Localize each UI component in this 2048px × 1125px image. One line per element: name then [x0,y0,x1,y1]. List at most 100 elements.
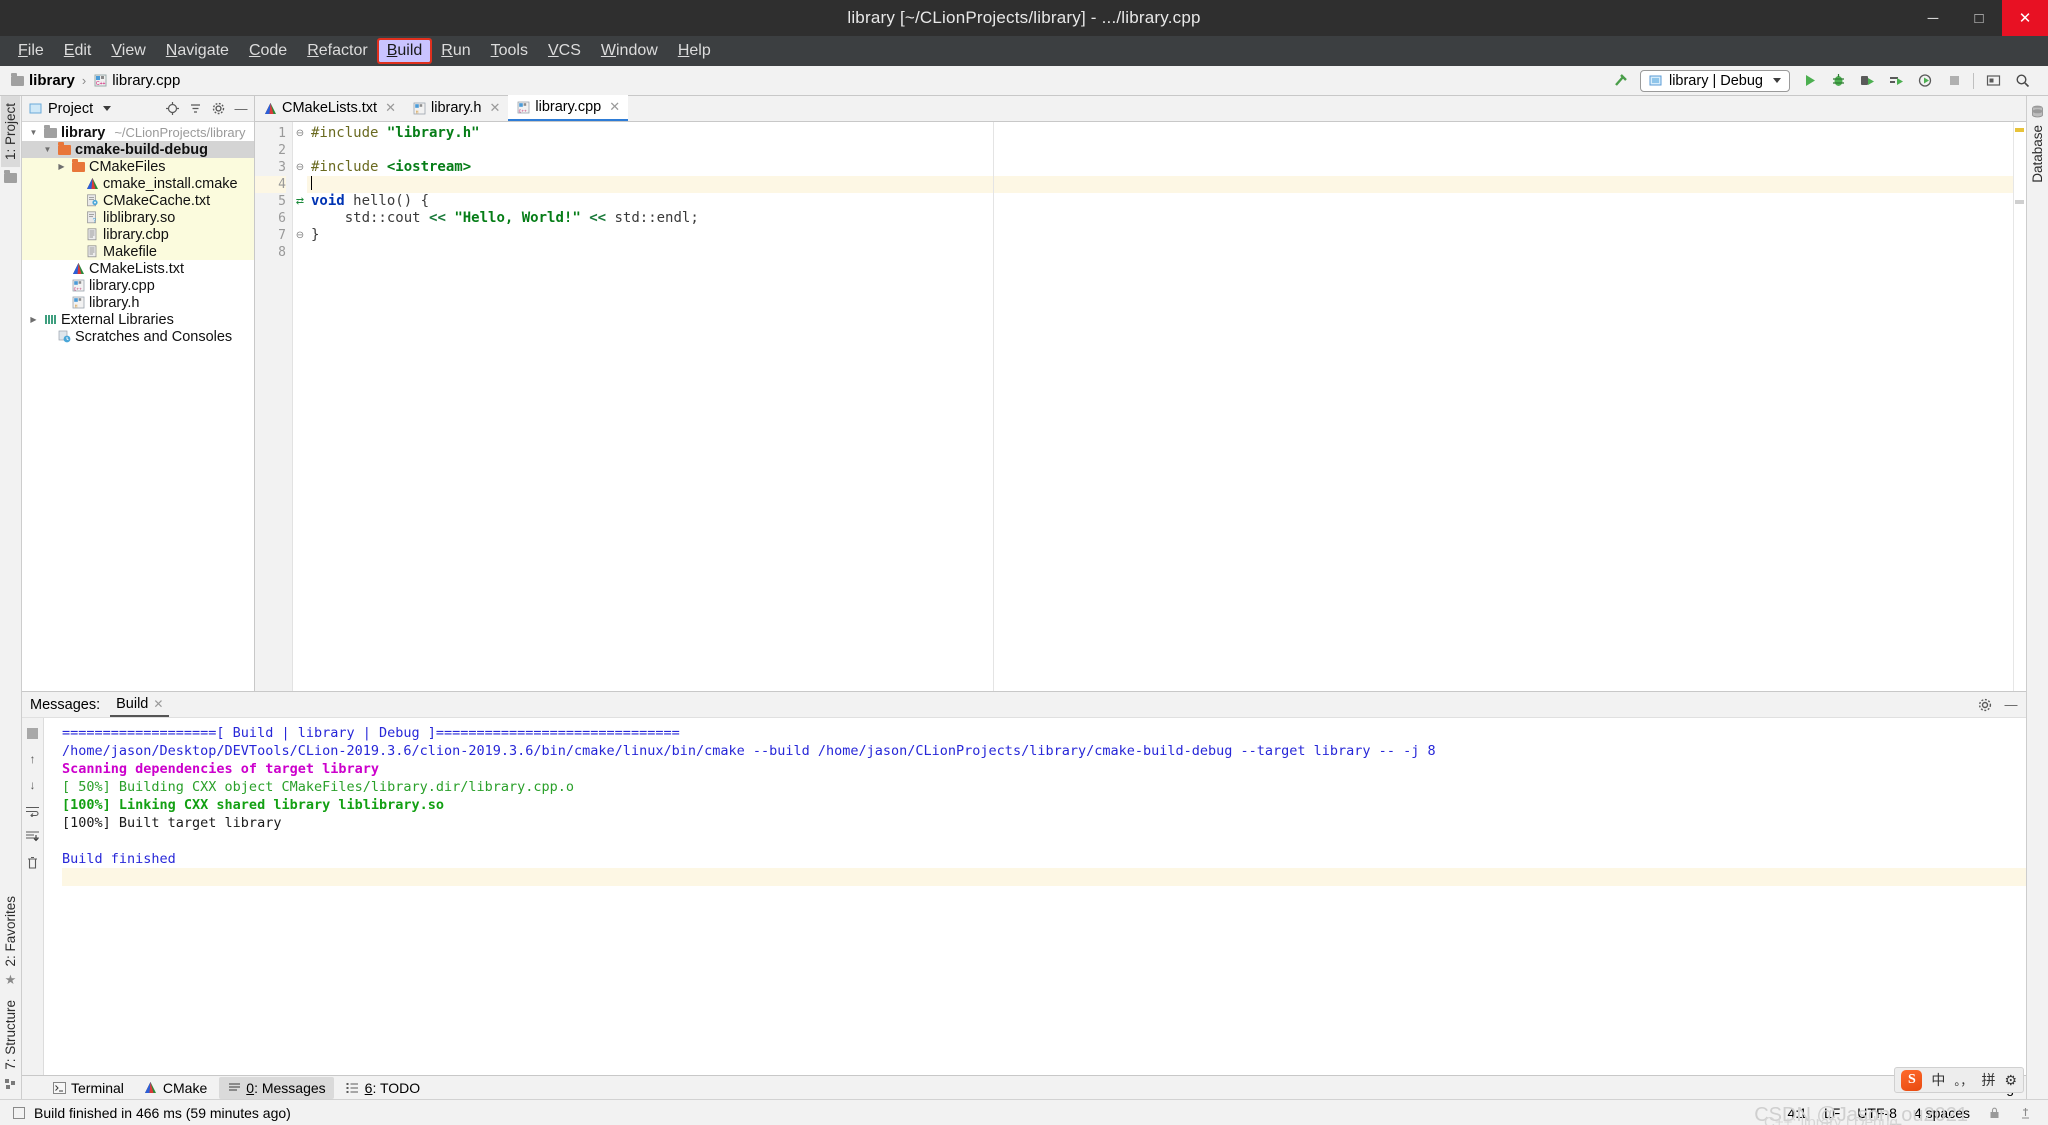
ime-pinyin-label[interactable]: 拼 [1981,1070,1995,1090]
soft-wrap-icon[interactable] [26,804,40,818]
menu-item-edit[interactable]: Edit [55,39,101,63]
ime-toolbar[interactable]: S 中 。， 拼 ⚙ [1894,1067,2024,1093]
minimize-button[interactable]: ─ [1910,0,1956,36]
override-marker-icon[interactable]: ⇄ [296,196,304,207]
search-icon[interactable] [2012,71,2032,91]
menu-item-window[interactable]: Window [592,39,667,63]
tree-node-cmakefiles[interactable]: ▶ CMakeFiles [22,158,254,175]
gear-icon[interactable] [211,102,225,116]
tree-node-scratches-and-consoles[interactable]: Scratches and Consoles [22,328,254,345]
fold-marker-icon[interactable]: ⊖ [293,227,307,244]
tree-node-cmakelists-txt[interactable]: CMakeLists.txt [22,260,254,277]
chevron-right-icon[interactable]: ▶ [56,162,67,171]
build-output[interactable]: ===================[ Build | library | D… [44,718,2026,1075]
menu-item-run[interactable]: Run [432,39,479,63]
run-configuration-selector[interactable]: library | Debug [1639,69,1790,92]
tree-node-library-h[interactable]: Hlibrary.h [22,294,254,311]
close-icon[interactable]: ✕ [153,697,163,711]
code-line[interactable] [307,176,2026,193]
hammer-icon[interactable] [1611,71,1631,91]
tool-window-tab-cmake[interactable]: CMake [136,1077,215,1099]
code-line[interactable]: #include "library.h" [307,125,2026,142]
sidebar-item-database[interactable]: Database [2028,118,2047,190]
debug-icon[interactable] [1828,71,1848,91]
tree-node-cmakecache-txt[interactable]: CMakeCache.txt [22,192,254,209]
menu-item-file[interactable]: File [9,39,53,63]
close-icon[interactable]: ✕ [609,99,620,115]
breadcrumb-library[interactable]: library [6,72,79,89]
ime-punctuation-label[interactable]: 。， [1954,1072,1972,1089]
ime-mode-label[interactable]: 中 [1931,1070,1945,1090]
code-line[interactable] [307,244,2026,261]
nav-icon[interactable] [2018,1106,2032,1120]
lock-icon[interactable] [1987,1106,2001,1120]
down-arrow-icon[interactable]: ↓ [26,778,40,792]
build-tab[interactable]: Build ✕ [110,693,170,717]
tree-node-library[interactable]: ▼ library ~/CLionProjects/library [22,124,254,141]
menu-item-vcs[interactable]: VCS [539,39,590,63]
profile-icon[interactable] [1886,71,1906,91]
minimize-icon[interactable]: — [2004,697,2018,712]
stop-icon[interactable] [26,726,40,740]
tool-window-tab-6-todo[interactable]: 6: TODO [338,1077,429,1099]
console-icon[interactable] [1983,71,2003,91]
chevron-down-icon[interactable]: ▼ [42,145,53,154]
maximize-button[interactable]: □ [1956,0,2002,36]
close-icon[interactable]: ✕ [490,100,501,116]
run-icon[interactable] [1799,71,1819,91]
ime-settings-icon[interactable]: ⚙ [2004,1072,2017,1089]
attach-icon[interactable] [1915,71,1935,91]
chevron-right-icon[interactable]: ▶ [28,315,39,324]
tree-node-cmake-build-debug[interactable]: ▼ cmake-build-debug [22,141,254,158]
fold-gutter[interactable]: ⊖ ⊖ ⇄ ⊖ [293,122,307,691]
chevron-down-icon[interactable] [103,106,112,111]
fold-marker-icon[interactable]: ⊖ [293,125,307,142]
collapse-all-icon[interactable] [188,102,202,116]
run-with-coverage-icon[interactable] [1857,71,1877,91]
menu-item-refactor[interactable]: Refactor [298,39,376,63]
editor-tab-cmakelists-txt[interactable]: CMakeLists.txt ✕ [255,95,404,121]
breadcrumb-library-cpp[interactable]: C++ library.cpp [89,72,184,89]
menu-item-help[interactable]: Help [669,39,720,63]
menu-item-build[interactable]: Build [376,38,433,64]
code-line[interactable]: } [307,227,2026,244]
menu-item-view[interactable]: View [102,39,154,63]
menu-item-code[interactable]: Code [240,39,296,63]
up-arrow-icon[interactable]: ↑ [26,752,40,766]
fold-marker-icon[interactable]: ⇄ [293,193,307,210]
hide-icon[interactable]: — [234,101,248,116]
menu-item-tools[interactable]: Tools [482,39,537,63]
tool-window-tab-0-messages[interactable]: 0: Messages [219,1076,334,1099]
indent-setting[interactable]: 4 spaces [1914,1105,1970,1121]
error-stripe[interactable] [2013,122,2026,691]
code-line[interactable]: #include <iostream> [307,159,2026,176]
trash-icon[interactable] [26,856,40,870]
locate-icon[interactable] [165,102,179,116]
tree-node-library-cpp[interactable]: C++ library.cpp [22,277,254,294]
code-text[interactable]: #include "library.h" #include <iostream>… [307,122,2026,691]
editor-tab-library-cpp[interactable]: C++ library.cpp ✕ [508,95,629,121]
fold-marker-icon[interactable]: ⊖ [293,159,307,176]
close-icon[interactable]: ✕ [385,100,396,116]
code-line[interactable] [307,142,2026,159]
menu-item-navigate[interactable]: Navigate [157,39,238,63]
tree-node-liblibrary-so[interactable]: ? liblibrary.so [22,209,254,226]
project-tree[interactable]: ▼ library ~/CLionProjects/library ▼ cmake-bu… [22,122,254,691]
tree-node-cmake-install-cmake[interactable]: cmake_install.cmake [22,175,254,192]
sidebar-item-structure[interactable]: 7: Structure [1,993,20,1077]
sidebar-item-project[interactable]: 1: Project [1,96,20,168]
close-button[interactable]: ✕ [2002,0,2048,36]
tree-node-makefile[interactable]: Makefile [22,243,254,260]
code-area[interactable]: 1 2 345 6 7 8 ⊖ ⊖ ⇄ ⊖ #include "library.h" #incl… [255,122,2026,691]
chevron-down-icon[interactable]: ▼ [28,128,39,137]
tree-node-library-cbp[interactable]: library.cbp [22,226,254,243]
scroll-to-end-icon[interactable] [26,830,40,844]
code-line[interactable]: void hello() { [307,193,2026,210]
tree-node-external-libraries[interactable]: ▶ External Libraries [22,311,254,328]
editor-tab-library-h[interactable]: Hlibrary.h ✕ [404,95,508,121]
gear-icon[interactable] [1978,698,1992,712]
sidebar-item-favorites[interactable]: 2: Favorites [1,889,20,974]
code-line[interactable]: std::cout << "Hello, World!" << std::end… [307,210,2026,227]
stop-icon[interactable] [1944,71,1964,91]
tool-window-tab-terminal[interactable]: Terminal [44,1077,132,1099]
